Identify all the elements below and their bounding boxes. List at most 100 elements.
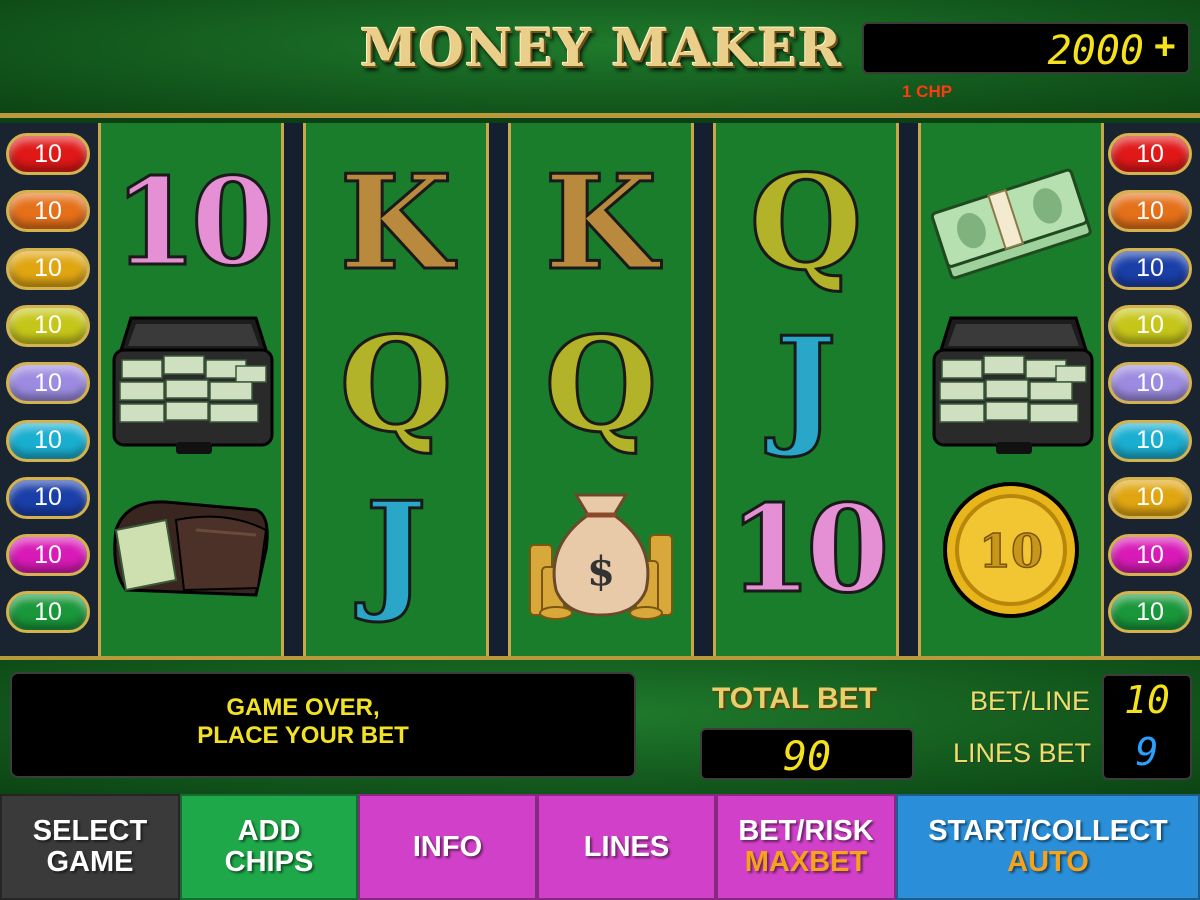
status-panel: GAME OVER, PLACE YOUR BET TOTAL BET 90 B… [0,656,1200,794]
left-payline-button-9[interactable]: 10 [6,591,90,634]
payline-label: 10 [34,426,62,454]
payline-label: 10 [34,254,62,283]
payline-label: 10 [34,483,62,512]
lines-bet-label: LINES BET [953,738,1092,768]
payline-label: 10 [1136,311,1164,340]
briefcase-of-money-icon [921,310,1101,460]
start-collect-button[interactable]: START/COLLECT AUTO [896,794,1200,900]
briefcase-of-money-icon [101,310,281,460]
payline-label: 10 [1136,368,1164,397]
symbol-text: Q [338,308,454,461]
right-payline-button-7[interactable]: 10 [1108,476,1192,519]
reel-4: Q J 10 [713,123,899,656]
payline-label: 10 [1136,426,1164,454]
bet-per-line-value: 10 [1124,678,1170,722]
select-game-button[interactable]: SELECT GAME [0,794,180,900]
symbol-k: K [306,148,486,298]
payline-label: 10 [34,139,62,168]
message-display: GAME OVER, PLACE YOUR BET [10,672,636,778]
symbol-q: Q [716,148,896,298]
symbol-text: J [364,473,428,626]
symbol-text: K [338,146,454,299]
right-payline-button-8[interactable]: 10 [1108,534,1192,577]
left-payline-button-3[interactable]: 10 [6,247,90,290]
right-payline-button-9[interactable]: 10 [1108,591,1192,634]
reel-2: KQJ [303,123,489,656]
cash-bundle-icon [921,148,1101,298]
bet-risk-button[interactable]: BET/RISK MAXBET [716,794,896,900]
payline-label: 10 [1136,483,1164,512]
reel-5: 10 [918,123,1104,656]
right-payline-button-5[interactable]: 10 [1108,362,1192,405]
message-line-1: GAME OVER, [226,694,380,721]
symbol-10: 10 [716,475,896,625]
right-payline-button-3[interactable]: 10 [1108,247,1192,290]
left-payline-button-6[interactable]: 10 [6,419,90,462]
reel-area: 10 KQJKQ $ Q J 10 10 [98,123,1104,656]
right-payline-button-2[interactable]: 10 [1108,190,1192,233]
add-chips-button[interactable]: ADD CHIPS [180,794,358,900]
left-payline-button-2[interactable]: 10 [6,190,90,233]
left-payline-button-7[interactable]: 10 [6,476,90,519]
left-payline-column: 10 10 10 10 10 10 10 10 10 [0,123,98,656]
wallet-icon [101,475,281,625]
button-label-line-2: GAME [46,846,134,878]
symbol-q: Q [511,310,691,460]
credit-plus-icon: + [1153,26,1176,68]
bet-numbers-display: 10 9 [1102,674,1192,780]
left-payline-button-5[interactable]: 10 [6,362,90,405]
credit-display: 2000 + [862,22,1190,74]
total-bet-label: TOTAL BET [712,682,877,715]
total-bet-value: 90 [782,734,832,780]
symbol-k: K [511,148,691,298]
control-buttons: SELECT GAME ADD CHIPS INFO LINES BET/RISK MAXBE… [0,794,1200,900]
denomination-label: 1 CHP [902,82,953,101]
payline-label: 10 [1136,597,1164,626]
gold-coin-icon: 10 [921,475,1101,625]
symbol-q: Q [306,310,486,460]
payline-label: 10 [1136,540,1164,569]
payline-label: 10 [34,597,62,626]
reel-3: KQ $ [508,123,694,656]
button-sub-label: AUTO [1007,846,1089,878]
symbol-text: K [543,146,659,299]
money-bag-icon: $ [511,475,691,625]
button-label-line-1: START/COLLECT [928,815,1168,847]
svg-text:10: 10 [979,524,1043,578]
svg-text:$: $ [587,548,615,595]
symbol-j: J [716,310,896,460]
symbol-text: 10 [727,479,891,620]
left-payline-button-8[interactable]: 10 [6,534,90,577]
payline-label: 10 [34,540,62,569]
payline-label: 10 [34,368,62,397]
lines-bet-value: 9 [1135,730,1159,774]
right-payline-button-4[interactable]: 10 [1108,304,1192,347]
button-label-line-1: SELECT [32,815,148,847]
symbol-text: 10 [112,152,276,293]
bet-per-line-label: BET/LINE [970,686,1091,716]
payline-label: 10 [34,311,62,340]
right-payline-button-1[interactable]: 10 [1108,133,1192,175]
button-label-line-1: ADD [237,815,301,847]
left-payline-button-1[interactable]: 10 [6,133,90,175]
left-payline-button-4[interactable]: 10 [6,304,90,347]
right-payline-column: 10 10 10 10 10 10 10 10 10 [1102,123,1200,656]
credit-value: 2000 [1047,28,1144,74]
message-line-2: PLACE YOUR BET [197,722,409,749]
header-bar: MONEY MAKER 2000 + 1 CHP [0,0,1200,118]
button-label-line-1: BET/RISK [738,815,874,847]
game-logo: MONEY MAKER [360,18,850,88]
lines-button[interactable]: LINES [537,794,716,900]
button-label-line-1: INFO [412,830,483,863]
total-bet-display: 90 [700,728,914,780]
symbol-j: J [306,475,486,625]
payline-label: 10 [1136,196,1164,225]
payline-label: 10 [1136,254,1164,283]
right-payline-button-6[interactable]: 10 [1108,419,1192,462]
button-label-line-1: LINES [583,830,670,863]
info-button[interactable]: INFO [358,794,537,900]
payline-label: 10 [1136,139,1164,168]
button-label-line-2: CHIPS [224,846,314,878]
game-title: MONEY MAKER [360,18,843,79]
symbol-text: Q [543,308,659,461]
